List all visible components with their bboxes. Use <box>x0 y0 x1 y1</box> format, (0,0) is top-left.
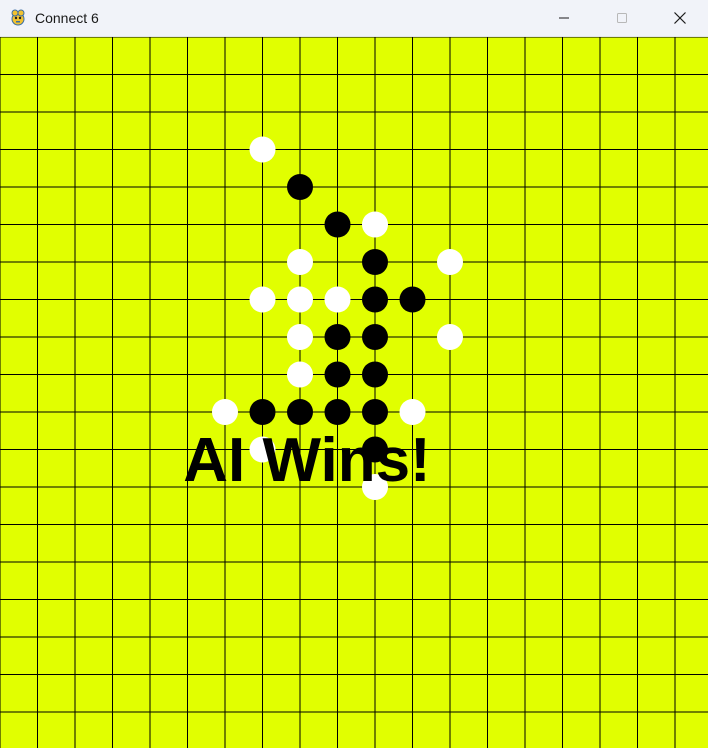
black-stone <box>399 286 426 313</box>
black-stone <box>287 399 313 425</box>
white-stone <box>324 286 351 313</box>
close-button[interactable] <box>651 0 708 36</box>
minimize-icon <box>559 17 569 19</box>
white-stone <box>399 399 426 425</box>
white-stone <box>249 286 276 313</box>
title-bar[interactable]: Connect 6 <box>0 0 708 37</box>
result-message: AI Wins! <box>183 426 430 495</box>
board-background <box>0 37 708 748</box>
black-stone <box>324 324 351 350</box>
black-stone <box>287 174 313 200</box>
white-stone <box>287 361 313 388</box>
black-stone <box>362 361 388 388</box>
white-stone <box>287 324 313 350</box>
maximize-button[interactable] <box>593 0 651 36</box>
black-stone <box>362 249 388 275</box>
black-stone <box>362 286 388 313</box>
black-stone <box>324 361 351 388</box>
game-window: Connect 6 AI Wins! <box>0 0 708 748</box>
window-title: Connect 6 <box>35 10 99 26</box>
white-stone <box>249 136 276 163</box>
close-icon <box>674 12 686 24</box>
white-stone <box>287 249 313 275</box>
game-board[interactable]: AI Wins! <box>0 37 708 748</box>
black-stone <box>362 324 388 350</box>
black-stone <box>324 399 351 425</box>
maximize-icon <box>617 13 627 23</box>
black-stone <box>324 211 351 238</box>
game-board-area[interactable]: AI Wins! <box>0 37 708 748</box>
white-stone <box>437 324 463 350</box>
white-stone <box>437 249 463 275</box>
black-stone <box>362 399 388 425</box>
white-stone <box>212 399 238 425</box>
white-stone <box>362 211 388 238</box>
minimize-button[interactable] <box>535 0 593 36</box>
white-stone <box>287 286 313 313</box>
pygame-snake-icon <box>11 9 25 26</box>
black-stone <box>249 399 276 425</box>
